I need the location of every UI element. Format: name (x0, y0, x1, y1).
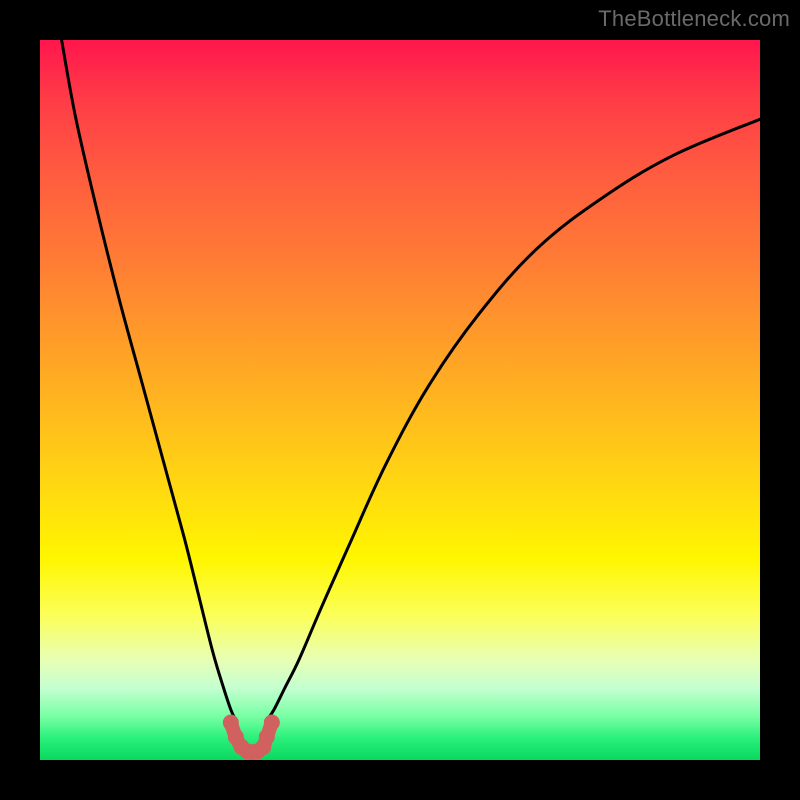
highlight-dot (259, 729, 275, 745)
curve-right-branch (267, 119, 760, 720)
highlight-dot (223, 715, 239, 731)
curve-layer (40, 40, 760, 760)
watermark-text: TheBottleneck.com (598, 6, 790, 32)
chart-frame: TheBottleneck.com (0, 0, 800, 800)
plot-area (40, 40, 760, 760)
curve-left-branch (62, 40, 236, 720)
highlight-dot (264, 715, 280, 731)
